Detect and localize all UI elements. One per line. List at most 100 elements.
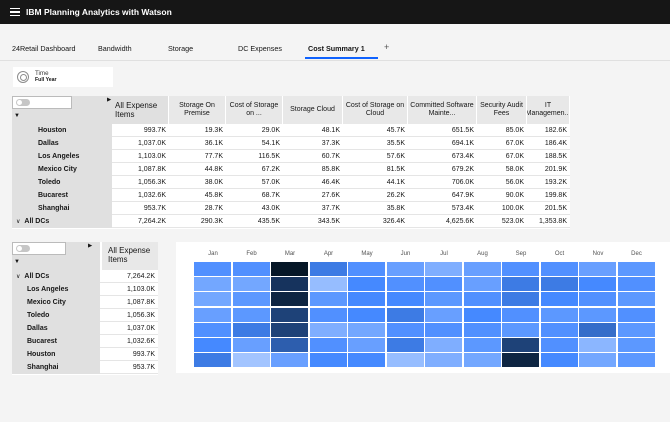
heatmap-cell[interactable] — [386, 262, 424, 276]
menu-icon[interactable] — [10, 8, 20, 16]
table-cell[interactable]: 28.7K — [169, 202, 226, 215]
heatmap-cell[interactable] — [232, 277, 270, 292]
table-cell[interactable]: 37.3K — [283, 137, 343, 150]
table-cell[interactable]: 54.1K — [226, 137, 283, 150]
grid2-column-header[interactable]: All Expense Items — [102, 242, 158, 270]
table-cell[interactable]: 343.5K — [283, 215, 343, 228]
table-cell[interactable]: 57.6K — [343, 150, 408, 163]
row-header-all-dcs[interactable]: ∨ All DCs — [12, 270, 100, 283]
table-cell[interactable]: 435.5K — [226, 215, 283, 228]
heatmap-cell[interactable] — [540, 322, 578, 337]
heatmap-cell[interactable] — [425, 262, 462, 276]
heatmap-cell[interactable] — [271, 277, 308, 292]
table-cell[interactable]: 35.5K — [343, 137, 408, 150]
heatmap-cell[interactable] — [309, 307, 347, 322]
table-cell[interactable]: 1,056.3K — [102, 309, 158, 322]
heatmap-cell[interactable] — [579, 277, 616, 292]
table-cell[interactable]: 523.0K — [477, 215, 527, 228]
column-header[interactable]: IT Managemen... — [527, 96, 570, 124]
heatmap-cell[interactable] — [386, 322, 424, 337]
table-cell[interactable]: 993.7K — [112, 124, 169, 137]
heatmap-cell[interactable] — [502, 353, 539, 368]
column-header[interactable]: Storage Cloud — [283, 96, 343, 124]
row-header[interactable]: Dallas — [12, 322, 100, 335]
heatmap-cell[interactable] — [425, 307, 462, 322]
heatmap-cell[interactable] — [232, 262, 270, 276]
table-cell[interactable]: 67.0K — [477, 137, 527, 150]
table-cell[interactable]: 27.6K — [283, 189, 343, 202]
heatmap-cell[interactable] — [348, 307, 385, 322]
heatmap-cell[interactable] — [309, 262, 347, 276]
heatmap-cell[interactable] — [194, 322, 231, 337]
table-cell[interactable]: 706.0K — [408, 176, 477, 189]
heatmap-cell[interactable] — [348, 353, 385, 368]
table-cell[interactable]: 90.0K — [477, 189, 527, 202]
heatmap-cell[interactable] — [348, 292, 385, 307]
row-header[interactable]: Toledo — [12, 176, 112, 189]
heatmap-cell[interactable] — [463, 277, 501, 292]
heatmap-cell[interactable] — [617, 353, 655, 368]
column-header[interactable]: All Expense Items — [112, 96, 169, 124]
heatmap-cell[interactable] — [502, 307, 539, 322]
table-cell[interactable]: 68.7K — [226, 189, 283, 202]
row-header[interactable]: Houston — [12, 348, 100, 361]
table-cell[interactable]: 56.0K — [477, 176, 527, 189]
heatmap-cell[interactable] — [194, 353, 231, 368]
row-header[interactable]: Dallas — [12, 137, 112, 150]
collapse-chevron-icon[interactable]: ∨ — [16, 218, 20, 225]
heatmap-cell[interactable] — [271, 262, 308, 276]
add-tab-button[interactable]: + — [384, 42, 389, 52]
table-cell[interactable]: 1,087.8K — [112, 163, 169, 176]
expand-rows-icon-2[interactable]: ▼ — [14, 259, 20, 265]
table-cell[interactable]: 48.1K — [283, 124, 343, 137]
table-cell[interactable]: 57.0K — [226, 176, 283, 189]
table-cell[interactable]: 188.5K — [527, 150, 570, 163]
heatmap-cell[interactable] — [540, 292, 578, 307]
table-cell[interactable]: 186.4K — [527, 137, 570, 150]
tab-bandwidth[interactable]: Bandwidth — [98, 44, 132, 53]
heatmap-cell[interactable] — [617, 307, 655, 322]
table-cell[interactable]: 1,056.3K — [112, 176, 169, 189]
heatmap-cell[interactable] — [502, 262, 539, 276]
heatmap-cell[interactable] — [271, 353, 308, 368]
heatmap-cell[interactable] — [463, 338, 501, 352]
heatmap-cell[interactable] — [617, 262, 655, 276]
table-cell[interactable]: 67.2K — [226, 163, 283, 176]
row-header[interactable]: Bucarest — [12, 335, 100, 348]
heatmap-cell[interactable] — [194, 262, 231, 276]
table-cell[interactable]: 326.4K — [343, 215, 408, 228]
table-cell[interactable]: 67.0K — [477, 150, 527, 163]
heatmap-cell[interactable] — [579, 353, 616, 368]
table-cell[interactable]: 201.5K — [527, 202, 570, 215]
heatmap-cell[interactable] — [579, 262, 616, 276]
table-cell[interactable]: 1,037.0K — [102, 322, 158, 335]
table-cell[interactable]: 1,032.6K — [102, 335, 158, 348]
table-cell[interactable]: 647.9K — [408, 189, 477, 202]
heatmap-cell[interactable] — [425, 277, 462, 292]
table-cell[interactable]: 953.7K — [102, 361, 158, 374]
heatmap-cell[interactable] — [348, 322, 385, 337]
table-cell[interactable]: 993.7K — [102, 348, 158, 361]
heatmap-cell[interactable] — [425, 292, 462, 307]
heatmap-cell[interactable] — [425, 353, 462, 368]
heatmap-cell[interactable] — [540, 353, 578, 368]
table-cell[interactable]: 1,353.8K — [527, 215, 570, 228]
heatmap-cell[interactable] — [386, 338, 424, 352]
display-toggle-2[interactable] — [16, 245, 30, 252]
table-cell[interactable]: 573.4K — [408, 202, 477, 215]
heatmap-cell[interactable] — [348, 262, 385, 276]
table-cell[interactable]: 35.8K — [343, 202, 408, 215]
table-cell[interactable]: 1,103.0K — [112, 150, 169, 163]
heatmap-cell[interactable] — [232, 307, 270, 322]
table-cell[interactable]: 694.1K — [408, 137, 477, 150]
column-header[interactable]: Committed Software Mainte... — [408, 96, 477, 124]
heatmap-cell[interactable] — [309, 277, 347, 292]
heatmap-cell[interactable] — [502, 322, 539, 337]
table-cell[interactable]: 1,103.0K — [102, 283, 158, 296]
heatmap-cell[interactable] — [309, 322, 347, 337]
heatmap-cell[interactable] — [425, 322, 462, 337]
heatmap-cell[interactable] — [232, 353, 270, 368]
heatmap-cell[interactable] — [386, 292, 424, 307]
heatmap-cell[interactable] — [540, 277, 578, 292]
heatmap-cell[interactable] — [386, 353, 424, 368]
